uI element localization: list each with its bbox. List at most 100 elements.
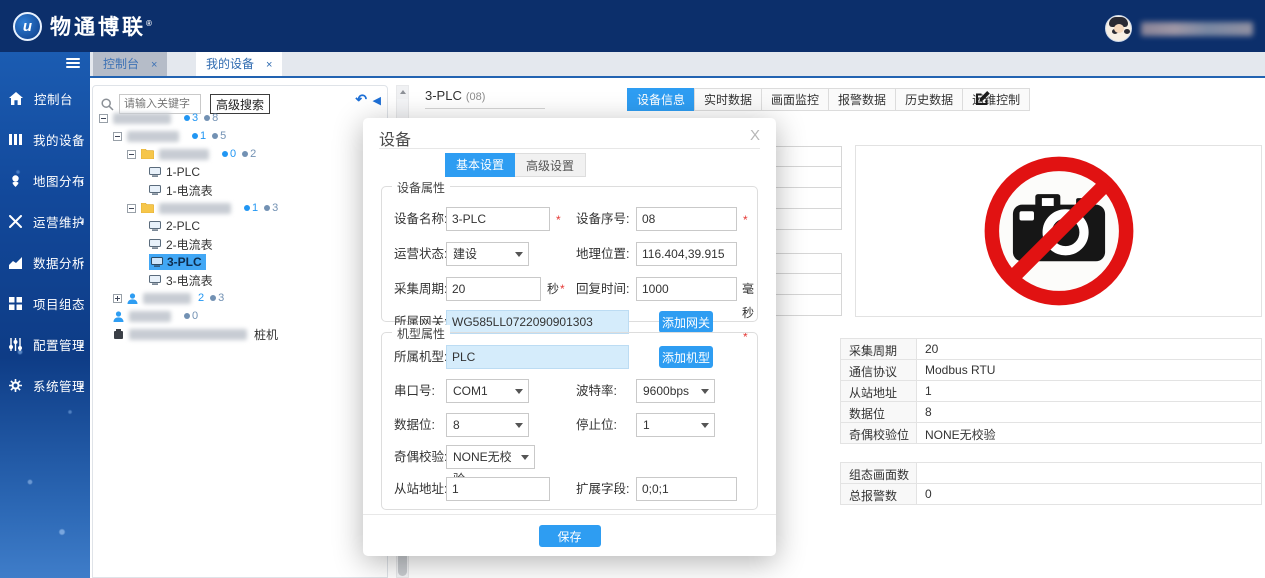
- total-count-dot: [204, 115, 210, 121]
- extended-field-input[interactable]: [636, 477, 737, 501]
- tab-realtime-data[interactable]: 实时数据: [694, 88, 762, 111]
- device-stats-table: 组态画面数 总报警数0: [840, 462, 1262, 505]
- stop-bits-select[interactable]: 1: [636, 413, 715, 437]
- close-tab-icon[interactable]: ×: [151, 59, 157, 71]
- edit-device-icon[interactable]: [974, 90, 991, 112]
- tree-node-device[interactable]: 1-电流表: [93, 181, 386, 199]
- user-avatar[interactable]: [1105, 15, 1132, 42]
- tree-node-device[interactable]: 2-PLC: [93, 217, 386, 235]
- table-row: 组态画面数: [840, 463, 1262, 484]
- tree-node-group[interactable]: 1 5: [93, 127, 386, 145]
- sidebar-item-console[interactable]: 控制台: [0, 78, 90, 119]
- tree-node-root[interactable]: 3 8: [93, 109, 386, 127]
- device-name-input[interactable]: [446, 207, 550, 231]
- sidebar-item-analytics[interactable]: 数据分析 ‹: [0, 242, 90, 283]
- device-attributes-fieldset: 设备属性 设备名称: * 设备序号: * 运营状态: 建设 地理位置: 采集周期…: [381, 186, 758, 322]
- gateway-input[interactable]: [446, 310, 629, 334]
- chevron-left-icon: ‹: [80, 215, 84, 229]
- slave-address-input[interactable]: [446, 477, 550, 501]
- location-label: 地理位置:: [576, 242, 629, 266]
- table-row: 总报警数0: [840, 484, 1262, 505]
- model-input[interactable]: [446, 345, 629, 369]
- machine-icon: [113, 329, 124, 340]
- redacted-node-label: [159, 203, 231, 214]
- online-count-dot: [184, 115, 190, 121]
- device-serial: (08): [466, 91, 486, 103]
- add-gateway-button[interactable]: 添加网关: [659, 311, 713, 333]
- redacted-node-label: [113, 113, 171, 124]
- form-row: 采集周期: 秒* 回复时间: 毫秒*: [382, 277, 757, 301]
- collapse-node-icon[interactable]: [99, 114, 108, 123]
- undo-icon[interactable]: ↶: [355, 91, 367, 107]
- tab-screen-monitor[interactable]: 画面监控: [761, 88, 829, 111]
- registered-mark: ®: [146, 19, 155, 28]
- tree-node-device[interactable]: 2-电流表: [93, 235, 386, 253]
- tab-alarm-data[interactable]: 报警数据: [828, 88, 896, 111]
- device-photo-box: [855, 145, 1262, 317]
- sidebar-item-map[interactable]: 地图分布 ‹: [0, 160, 90, 201]
- close-tab-icon[interactable]: ×: [266, 59, 272, 71]
- sidebar-item-my-devices[interactable]: 我的设备: [0, 119, 90, 160]
- location-input[interactable]: [636, 242, 737, 266]
- tree-node-user-group[interactable]: 2 3: [93, 289, 386, 307]
- device-edit-modal: 设备 X 基本设置 高级设置 设备属性 设备名称: * 设备序号: * 运营状态…: [363, 118, 776, 556]
- collect-period-label: 采集周期:: [394, 277, 447, 301]
- data-bits-select[interactable]: 8: [446, 413, 529, 437]
- collapse-node-icon[interactable]: [127, 150, 136, 159]
- parity-select[interactable]: NONE无校验: [446, 445, 535, 469]
- save-button[interactable]: 保存: [539, 525, 601, 547]
- tab-history-data[interactable]: 历史数据: [895, 88, 963, 111]
- operation-status-label: 运营状态:: [394, 242, 447, 266]
- tab-console[interactable]: 控制台×: [93, 52, 167, 76]
- com-port-label: 串口号:: [394, 379, 435, 403]
- modal-footer: 保存: [363, 514, 776, 556]
- form-row: 串口号: COM1 波特率: 9600bps: [382, 379, 757, 403]
- expand-node-icon[interactable]: [113, 294, 122, 303]
- add-model-button[interactable]: 添加机型: [659, 346, 713, 368]
- device-tree-panel: 高级搜索 ↶ ◀ 3 8 1 5 0 2: [92, 85, 388, 578]
- device-icon: [149, 185, 161, 195]
- device-tree: 3 8 1 5 0 2 1-PLC 1-电流表: [93, 109, 386, 577]
- tree-node-folder[interactable]: 0 2: [93, 145, 386, 163]
- online-count-dot: [192, 133, 198, 139]
- com-port-select[interactable]: COM1: [446, 379, 529, 403]
- scrollbar-up-icon[interactable]: [397, 86, 408, 99]
- form-row: 所属机型: 添加机型: [382, 345, 757, 369]
- fieldset-legend: 机型属性: [392, 325, 450, 342]
- table-row: 奇偶校验位NONE无校验: [840, 423, 1262, 444]
- collapse-node-icon[interactable]: [113, 132, 122, 141]
- collapse-node-icon[interactable]: [127, 204, 136, 213]
- no-camera-icon: [978, 152, 1140, 310]
- device-serial-input[interactable]: [636, 207, 737, 231]
- reply-time-input[interactable]: [636, 277, 737, 301]
- tab-basic-settings[interactable]: 基本设置: [445, 153, 515, 177]
- tree-node-machine[interactable]: 桩机: [93, 325, 386, 343]
- collect-period-input[interactable]: [446, 277, 541, 301]
- tab-device-info[interactable]: 设备信息: [627, 88, 695, 111]
- close-icon[interactable]: X: [750, 127, 760, 144]
- collapse-panel-icon[interactable]: ◀: [373, 95, 381, 107]
- top-banner: u 物通博联®: [0, 0, 1265, 52]
- tree-node-folder[interactable]: 1 3: [93, 199, 386, 217]
- tree-node-device[interactable]: 3-电流表: [93, 271, 386, 289]
- menu-toggle-icon[interactable]: [66, 58, 80, 69]
- map-pin-icon: [9, 174, 22, 187]
- folder-icon: [141, 149, 154, 159]
- sidebar-item-config[interactable]: 配置管理 ‹: [0, 324, 90, 365]
- tree-node-device-selected[interactable]: 3-PLC: [93, 253, 386, 271]
- sidebar-item-project-scada[interactable]: 项目组态: [0, 283, 90, 324]
- online-count-dot: [222, 151, 228, 157]
- tree-node-device[interactable]: 1-PLC: [93, 163, 386, 181]
- baud-rate-select[interactable]: 9600bps: [636, 379, 715, 403]
- operation-status-select[interactable]: 建设: [446, 242, 529, 266]
- tab-advanced-settings[interactable]: 高级设置: [515, 153, 586, 177]
- stop-bits-label: 停止位:: [576, 413, 617, 437]
- person-icon: [113, 311, 124, 322]
- user-box[interactable]: [1105, 15, 1253, 42]
- sidebar-item-maintenance[interactable]: 运营维护 ‹: [0, 201, 90, 242]
- table-row: 数据位8: [840, 402, 1262, 423]
- sidebar-item-system[interactable]: 系统管理 ‹: [0, 365, 90, 406]
- tab-ops-control[interactable]: 运维控制: [962, 88, 1030, 111]
- tree-node-user-group[interactable]: 0: [93, 307, 386, 325]
- tab-my-devices[interactable]: 我的设备×: [196, 52, 282, 76]
